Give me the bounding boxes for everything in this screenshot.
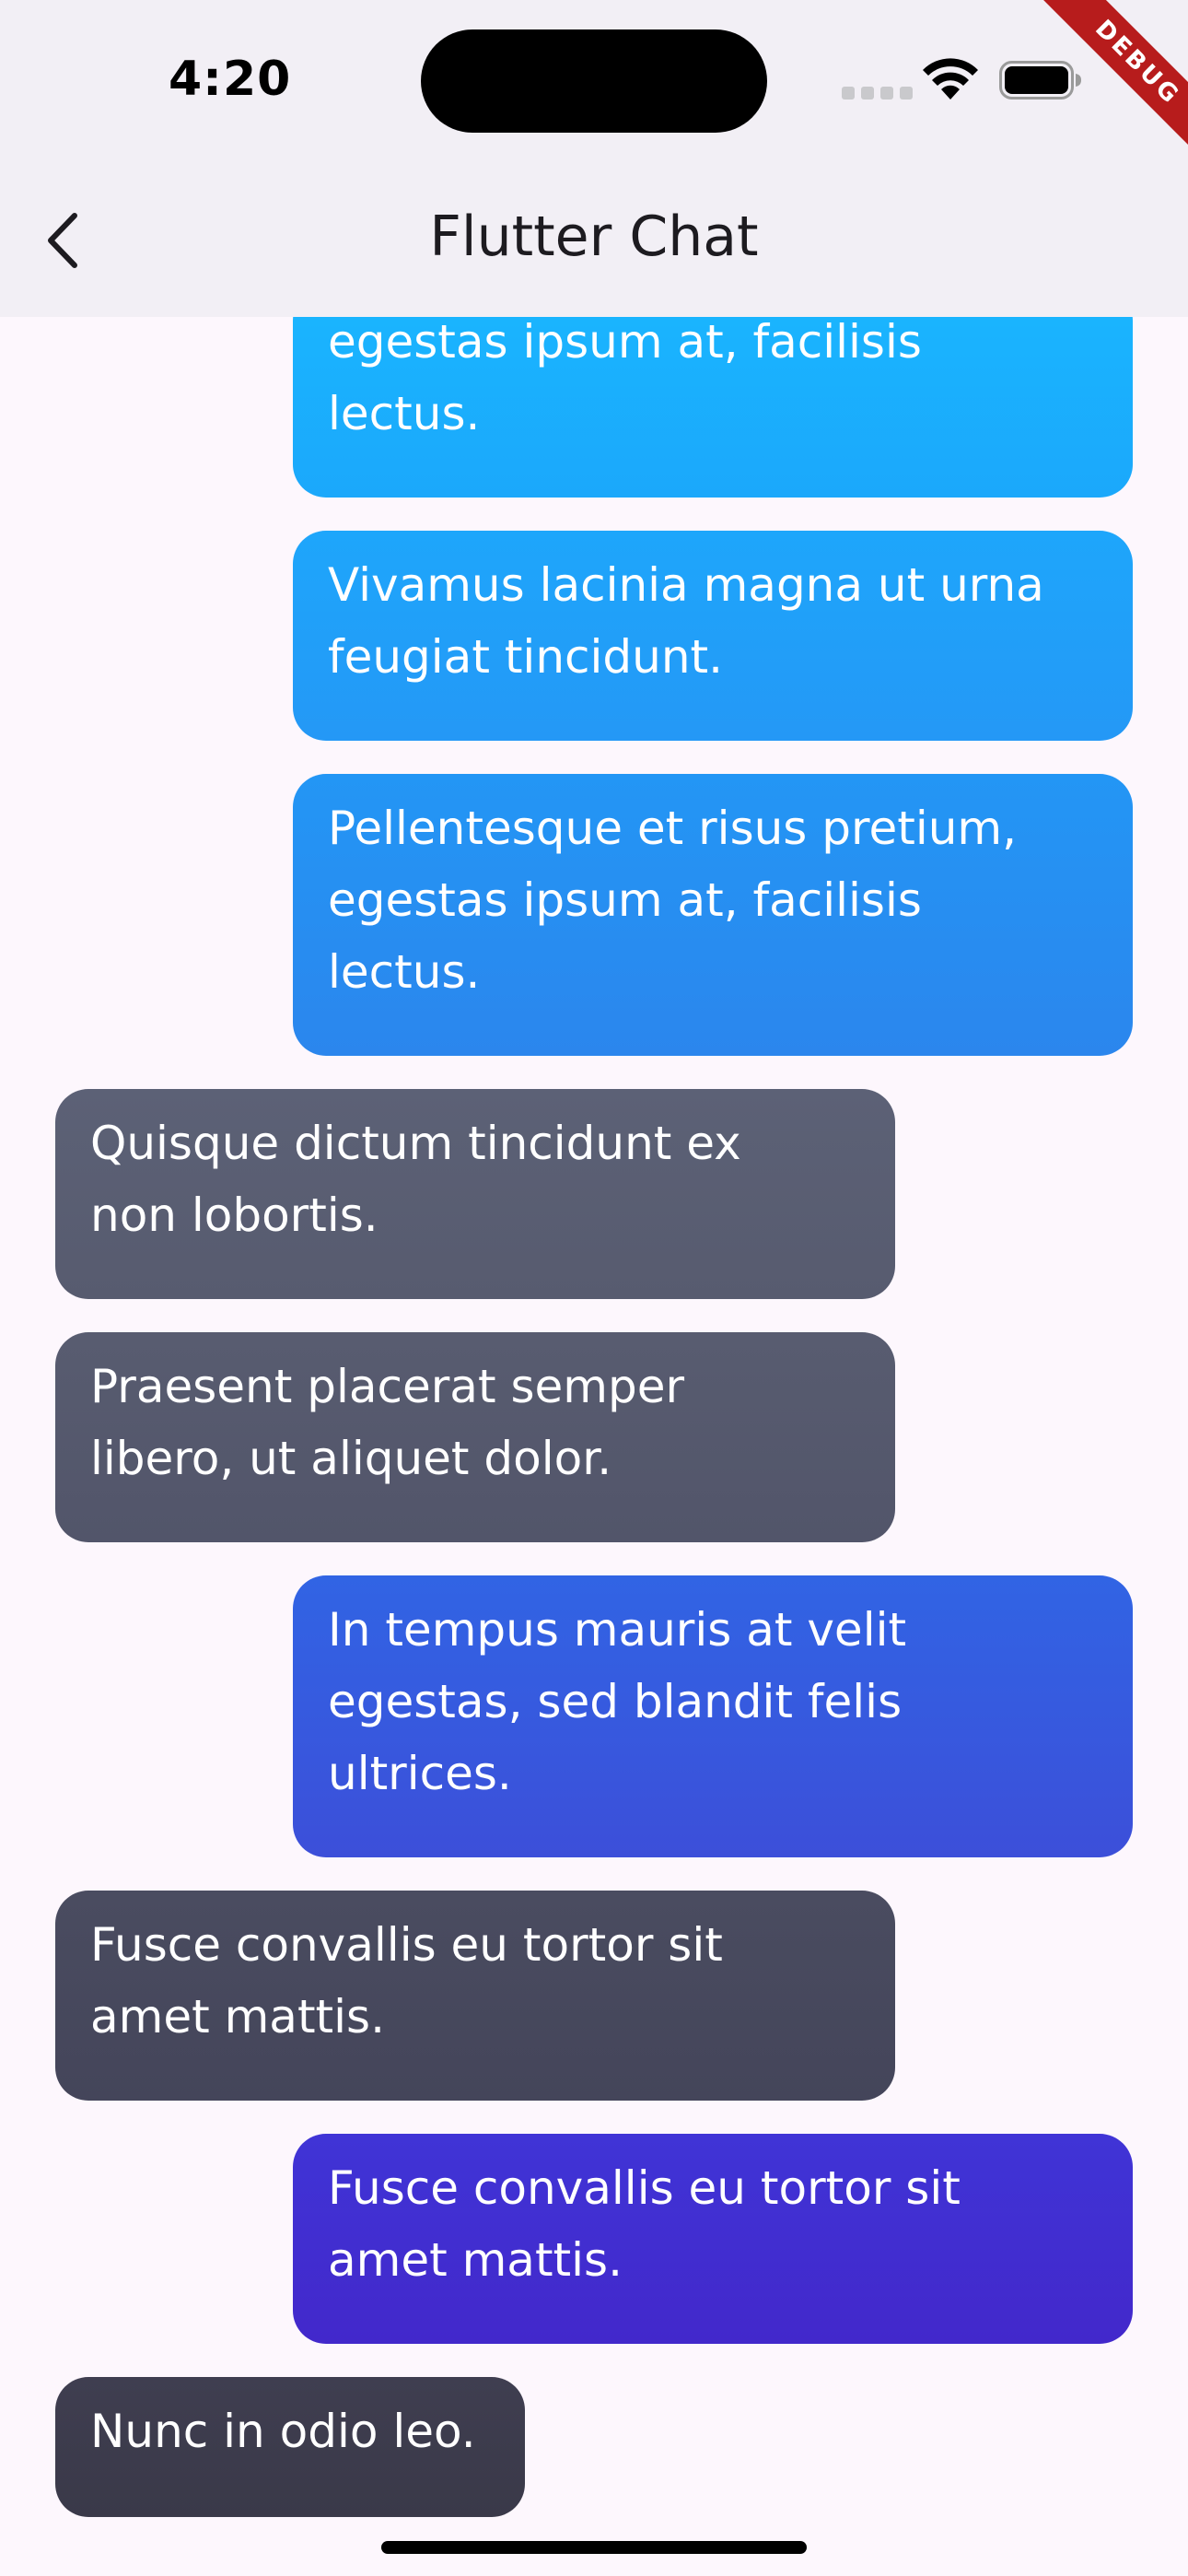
- app-bar: 4:20 Flutter Chat: [0, 0, 1188, 317]
- message-bubble-incoming[interactable]: Quisque dictum tincidunt ex non lobortis…: [55, 1089, 895, 1299]
- home-indicator[interactable]: [381, 2541, 807, 2554]
- message-bubble-outgoing[interactable]: In tempus mauris at velit egestas, sed b…: [293, 1575, 1133, 1857]
- message-list[interactable]: egestas ipsum at, facilisis lectus. Viva…: [0, 0, 1188, 2576]
- message-bubble-outgoing[interactable]: Fusce convallis eu tortor sit amet matti…: [293, 2134, 1133, 2344]
- message-bubble-incoming[interactable]: Praesent placerat semper libero, ut aliq…: [55, 1332, 895, 1542]
- message-bubble-incoming[interactable]: Fusce convallis eu tortor sit amet matti…: [55, 1891, 895, 2101]
- wifi-icon: [923, 58, 978, 100]
- battery-icon: [999, 61, 1081, 100]
- page-title: Flutter Chat: [429, 205, 759, 269]
- message-bubble-outgoing[interactable]: Vivamus lacinia magna ut urna feugiat ti…: [293, 531, 1133, 741]
- message-bubble-incoming[interactable]: Nunc in odio leo.: [55, 2377, 525, 2517]
- dynamic-island: [421, 29, 767, 133]
- status-time: 4:20: [169, 52, 292, 107]
- cellular-signal-icon: [842, 87, 913, 100]
- message-bubble-outgoing[interactable]: egestas ipsum at, facilisis lectus.: [293, 287, 1133, 498]
- message-bubble-outgoing[interactable]: Pellentesque et risus pretium, egestas i…: [293, 774, 1133, 1056]
